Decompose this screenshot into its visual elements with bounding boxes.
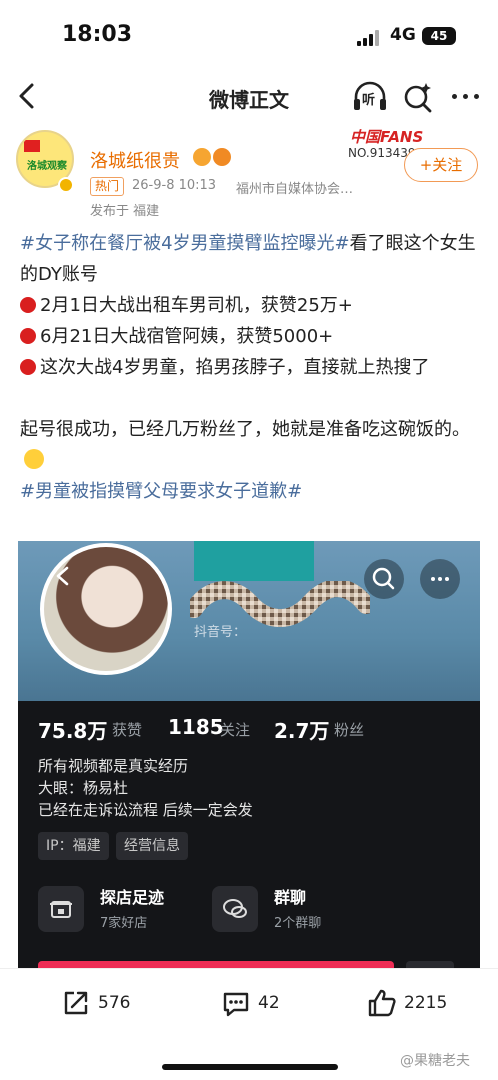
post-body: #女子称在餐厅被4岁男童摸臂监控曝光#看了眼这个女生的DY账号 2月1日大战出租…	[20, 228, 486, 507]
thumbs-up-icon	[368, 989, 396, 1017]
profile-bio: 所有视频都是真实经历 大眼：杨易杜 已经在走诉讼流程 后续一定会发	[38, 755, 253, 821]
list-item: 2月1日大战出租车男司机，获赞25万+	[40, 295, 353, 316]
post-text: 起号很成功，已经几万粉丝了，她就是准备吃这碗饭的。	[20, 419, 470, 440]
post-location: 发布于 福建	[90, 204, 160, 219]
chat-icon	[212, 886, 258, 932]
post-source: 福州市自媒体协会…	[236, 182, 354, 197]
store-visits-card: 探店足迹 7家好店	[38, 884, 208, 936]
network-type: 4G	[390, 25, 416, 45]
watermark: @果糖老夫	[400, 1053, 470, 1069]
comment-button[interactable]: 42	[220, 987, 300, 1021]
verified-badge-icon	[58, 177, 74, 193]
douyin-id-label: 抖音号：	[194, 625, 247, 640]
listen-label: 听	[362, 93, 376, 108]
store-icon	[38, 886, 84, 932]
listen-button[interactable]: 听	[352, 80, 388, 114]
shrug-emoji-icon	[24, 449, 44, 469]
profile-avatar	[40, 543, 172, 675]
card-subtitle: 2个群聊	[274, 916, 322, 931]
card-title: 探店足迹	[100, 888, 165, 907]
fans-count: 2.7万	[274, 719, 330, 743]
status-bar: 18:03 4G 45	[0, 0, 498, 72]
status-time: 18:03	[62, 22, 133, 47]
topic-tag[interactable]: #男童被指摸臂父母要求女子道歉#	[20, 481, 302, 502]
likes-count: 75.8万	[38, 719, 108, 743]
ip-chip: IP：福建	[38, 832, 109, 860]
more-dots-icon	[420, 559, 460, 599]
bio-line: 已经在走诉讼流程 后续一定会发	[38, 801, 253, 819]
fans-badge-title: 中国FANS	[350, 128, 424, 146]
follow-button[interactable]: +关注	[404, 148, 478, 182]
list-item: 这次大战4岁男童，掐男孩脖子，直接就上热搜了	[40, 357, 430, 378]
author-row: 洛城观察 洛城纸很贵 热门 26-9-8 10:13 福州市自媒体协会… 发布于…	[0, 126, 498, 222]
profile-stats: 75.8万 获赞 1185 关注 2.7万 粉丝	[38, 715, 458, 745]
business-info-chip: 经营信息	[116, 832, 188, 860]
likes-label: 获赞	[112, 721, 143, 739]
battery-icon: 45	[422, 27, 456, 45]
author-name[interactable]: 洛城纸很贵	[90, 147, 180, 173]
red-circle-icon	[20, 359, 36, 375]
following-label: 关注	[220, 721, 251, 739]
nav-bar: 微博正文 听	[0, 72, 498, 122]
back-arrow-icon	[56, 566, 69, 586]
red-circle-icon	[20, 328, 36, 344]
flag-icon	[24, 140, 40, 152]
repost-count: 576	[98, 993, 131, 1013]
card-subtitle: 7家好店	[100, 916, 148, 931]
search-icon	[364, 559, 404, 599]
like-button[interactable]: 2215	[366, 987, 466, 1021]
bio-line: 大眼：杨易杜	[38, 779, 129, 797]
home-indicator[interactable]	[162, 1064, 338, 1070]
crown-badge-icon	[193, 148, 211, 166]
red-circle-icon	[20, 297, 36, 313]
avatar-text: 洛城观察	[27, 161, 67, 172]
comment-icon	[223, 992, 249, 1017]
embedded-image[interactable]: 抖音号： 75.8万 获赞 1185 关注 2.7万 粉丝 所有视频都是真实经历…	[18, 541, 480, 969]
more-dots-icon[interactable]	[450, 92, 482, 102]
repost-button[interactable]: 576	[60, 987, 150, 1021]
list-item: 6月21日大战宿管阿姨，获赞5000+	[40, 326, 334, 347]
following-count: 1185	[168, 715, 224, 739]
topic-tag[interactable]: #女子称在餐厅被4岁男童摸臂监控曝光#	[20, 233, 350, 254]
fan-badge-icon	[213, 148, 231, 166]
group-chat-card: 群聊 2个群聊	[212, 884, 372, 936]
bio-line: 所有视频都是真实经历	[38, 757, 189, 775]
post-time: 26-9-8 10:13	[132, 178, 217, 193]
banner-figure	[194, 541, 314, 581]
ai-search-icon[interactable]	[402, 80, 434, 114]
card-title: 群聊	[274, 888, 307, 907]
share-icon	[64, 991, 88, 1015]
fans-label: 粉丝	[334, 721, 365, 739]
like-count: 2215	[404, 993, 448, 1013]
comment-count: 42	[258, 993, 280, 1013]
hot-tag: 热门	[90, 177, 125, 196]
signal-icon	[357, 30, 381, 46]
action-bar: 576 42 2215	[0, 968, 498, 1038]
